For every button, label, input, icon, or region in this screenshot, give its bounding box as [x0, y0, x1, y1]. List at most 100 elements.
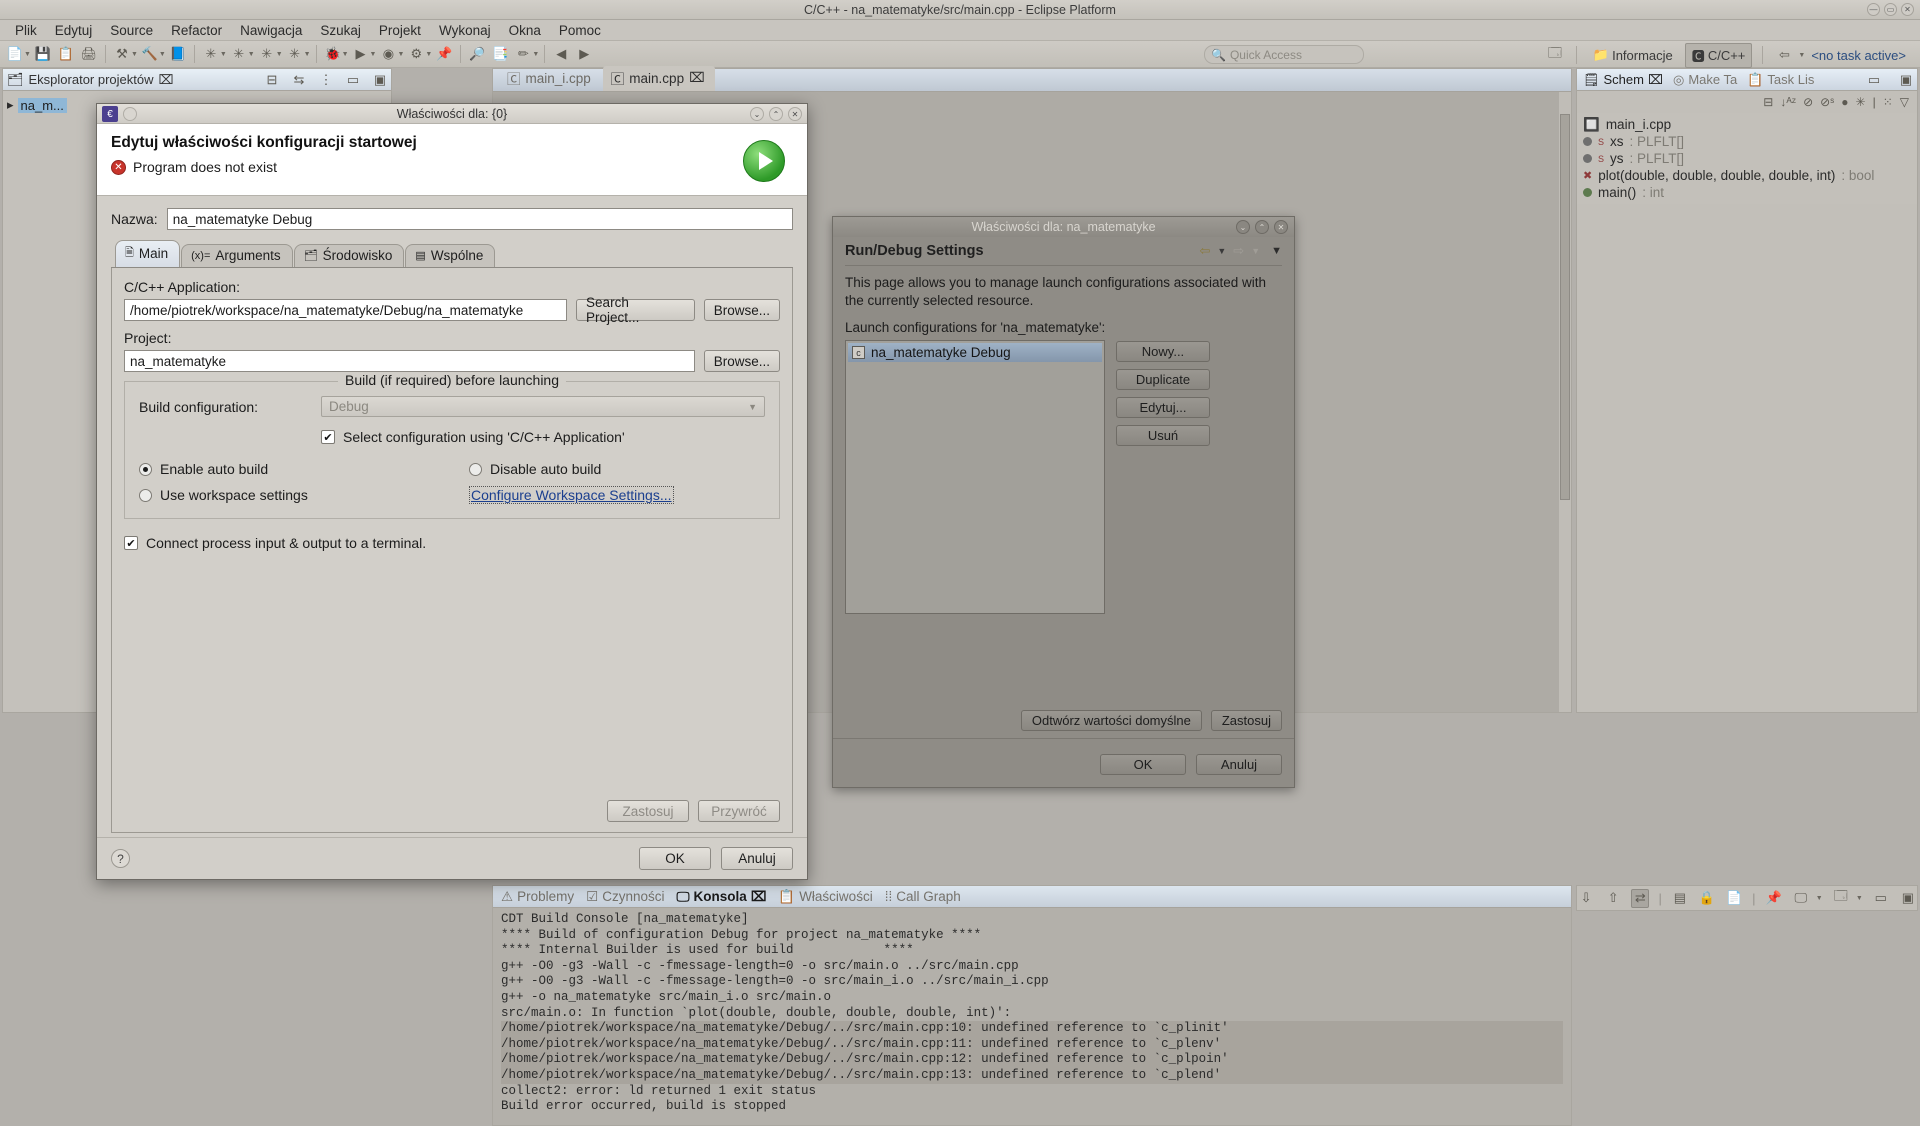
- print-icon[interactable]: 🖨: [78, 43, 100, 65]
- profile-icon[interactable]: ◉: [377, 43, 399, 65]
- new-source-icon[interactable]: ✳: [256, 43, 278, 65]
- outline-item-xs[interactable]: S xs : PLFLT[]: [1583, 133, 1911, 150]
- run-icon[interactable]: ▶: [350, 43, 372, 65]
- window-close-button[interactable]: ✕: [1274, 220, 1288, 234]
- expand-arrow-icon[interactable]: ▸: [7, 97, 14, 113]
- app-path-input[interactable]: /home/piotrek/workspace/na_matematyke/De…: [124, 299, 568, 321]
- search-project-button[interactable]: Search Project...: [576, 295, 695, 325]
- tab-wspolne[interactable]: ▤ Wspólne: [405, 244, 496, 267]
- chevron-down-icon[interactable]: ▼: [342, 51, 349, 58]
- menu-szukaj[interactable]: Szukaj: [311, 22, 370, 39]
- editor-tab-main-cpp[interactable]: 🄲 main.cpp ⌧: [602, 66, 715, 91]
- new-wizard-icon[interactable]: 📄: [4, 43, 26, 65]
- cancel-button[interactable]: Anuluj: [721, 847, 793, 870]
- revert-button[interactable]: Przywróć: [698, 800, 780, 822]
- console-output[interactable]: CDT Build Console [na_matematyke] **** B…: [493, 908, 1571, 1125]
- build-config-icon[interactable]: 📘: [167, 43, 189, 65]
- menu-source[interactable]: Source: [101, 22, 162, 39]
- tab-make-targets[interactable]: ◎ Make Ta: [1673, 72, 1737, 88]
- new-console-icon[interactable]: 🗔: [1832, 888, 1850, 908]
- name-input[interactable]: na_matematyke Debug: [166, 208, 793, 230]
- project-input[interactable]: na_matematyke: [124, 350, 695, 372]
- window-minimize-button[interactable]: —: [1867, 3, 1880, 16]
- chevron-down-icon[interactable]: ▼: [370, 51, 377, 58]
- maximize-icon[interactable]: ▣: [1899, 889, 1917, 908]
- terminal-checkbox[interactable]: ✔ Connect process input & output to a te…: [124, 535, 780, 551]
- scrollbar-thumb[interactable]: [1560, 114, 1570, 500]
- maximize-icon[interactable]: ▣: [1895, 69, 1917, 91]
- remove-console-icon[interactable]: 📄: [1725, 889, 1743, 908]
- editor-vscrollbar[interactable]: [1559, 92, 1571, 712]
- tab-konsola[interactable]: 🖵 Konsola ⌧: [677, 889, 767, 905]
- minimize-icon[interactable]: ▭: [1872, 889, 1890, 908]
- back-arrow-icon[interactable]: ⇦: [1199, 243, 1210, 259]
- chevron-down-icon[interactable]: ▼: [304, 51, 311, 58]
- collapse-all-icon[interactable]: ⊟: [261, 69, 283, 91]
- minimize-icon[interactable]: ▭: [1863, 69, 1885, 91]
- radio-enable-auto-build[interactable]: Enable auto build: [139, 461, 469, 477]
- external-tools-icon[interactable]: ⚙: [405, 43, 427, 65]
- new-class-icon[interactable]: ✳: [200, 43, 222, 65]
- scroll-down-icon[interactable]: ⇩: [1577, 889, 1595, 908]
- tab-wlasciwosci[interactable]: 📋 Właściwości: [778, 889, 872, 905]
- close-icon[interactable]: ⌧: [751, 889, 767, 905]
- window-minimize-button[interactable]: ⌄: [750, 107, 764, 121]
- radio-disable-auto-build[interactable]: Disable auto build: [469, 461, 601, 477]
- filter-icon[interactable]: ●: [1841, 95, 1848, 109]
- save-icon[interactable]: 💾: [32, 43, 54, 65]
- build-config-select[interactable]: Debug ▼: [321, 396, 765, 417]
- window-close-button[interactable]: ✕: [1901, 3, 1914, 16]
- scroll-up-icon[interactable]: ⇧: [1604, 889, 1622, 908]
- lock-console-icon[interactable]: 🔒: [1698, 889, 1716, 908]
- select-config-checkbox[interactable]: ✔ Select configuration using 'C/C++ Appl…: [321, 429, 625, 445]
- new-header-icon[interactable]: ✳: [228, 43, 250, 65]
- ok-button[interactable]: OK: [1100, 754, 1186, 775]
- copy-icon[interactable]: 📋: [55, 43, 77, 65]
- close-icon[interactable]: ⌧: [1648, 72, 1663, 88]
- tab-eksplorator-projektow[interactable]: Eksplorator projektów: [29, 72, 154, 87]
- tab-problemy[interactable]: ⚠ Problemy: [501, 889, 574, 905]
- cancel-button[interactable]: Anuluj: [1196, 754, 1282, 775]
- maximize-icon[interactable]: ▣: [369, 69, 391, 91]
- browse-app-button[interactable]: Browse...: [703, 299, 780, 321]
- apply-button[interactable]: Zastosuj: [1210, 710, 1282, 731]
- tab-call-graph[interactable]: ⁞⁞ Call Graph: [885, 889, 961, 904]
- chevron-down-icon[interactable]: ▼: [220, 51, 227, 58]
- menu-wykonaj[interactable]: Wykonaj: [430, 22, 500, 39]
- help-icon[interactable]: ?: [111, 849, 130, 868]
- menu-projekt[interactable]: Projekt: [370, 22, 430, 39]
- menu-plik[interactable]: Plik: [6, 22, 46, 39]
- window-minimize-button[interactable]: ⌄: [1236, 220, 1250, 234]
- hide-nonpublic-icon[interactable]: ✳: [1856, 95, 1866, 109]
- close-icon[interactable]: ⌧: [689, 70, 705, 86]
- chevron-down-icon[interactable]: ▼: [1251, 246, 1260, 256]
- chevron-down-icon[interactable]: ▼: [24, 51, 31, 58]
- forward-arrow-icon[interactable]: ⇨: [1233, 243, 1244, 259]
- menu-icon[interactable]: [123, 107, 137, 121]
- build-all-icon[interactable]: ⚒: [111, 43, 133, 65]
- apply-button[interactable]: Zastosuj: [607, 800, 689, 822]
- tab-srodowisko[interactable]: 🗂 Środowisko: [293, 244, 405, 267]
- duplicate-config-button[interactable]: Duplicate: [1116, 369, 1210, 390]
- chevron-down-icon[interactable]: ▼: [248, 51, 255, 58]
- tab-schem[interactable]: 🗒 Schem ⌧: [1583, 72, 1663, 88]
- window-maximize-button[interactable]: ▭: [1884, 3, 1897, 16]
- display-console-icon[interactable]: 🖵: [1792, 889, 1810, 908]
- tab-czynnosci[interactable]: ☑ Czynności: [586, 889, 664, 905]
- task-back-icon[interactable]: ⇦: [1773, 44, 1795, 66]
- chevron-down-icon[interactable]: ▼: [1217, 246, 1226, 256]
- new-project-icon[interactable]: ✳: [284, 43, 306, 65]
- delete-config-button[interactable]: Usuń: [1116, 425, 1210, 446]
- tab-main[interactable]: 🗎 Main: [115, 240, 181, 267]
- chevron-down-icon[interactable]: ▼: [131, 51, 138, 58]
- edit-config-button[interactable]: Edytuj...: [1116, 397, 1210, 418]
- outline-item-include[interactable]: 🔲 main_i.cpp: [1583, 116, 1911, 133]
- view-menu-icon[interactable]: ▽: [1900, 95, 1909, 109]
- chevron-down-icon[interactable]: ▼: [1798, 52, 1805, 59]
- forward-nav-icon[interactable]: ▶: [573, 43, 595, 65]
- back-nav-icon[interactable]: ◀: [550, 43, 572, 65]
- hide-fields-icon[interactable]: ⊘: [1803, 95, 1813, 109]
- hide-static-icon[interactable]: ⊘ˢ: [1820, 95, 1834, 109]
- menu-edytuj[interactable]: Edytuj: [46, 22, 102, 39]
- tab-task-list[interactable]: 📋 Task Lis: [1747, 72, 1814, 88]
